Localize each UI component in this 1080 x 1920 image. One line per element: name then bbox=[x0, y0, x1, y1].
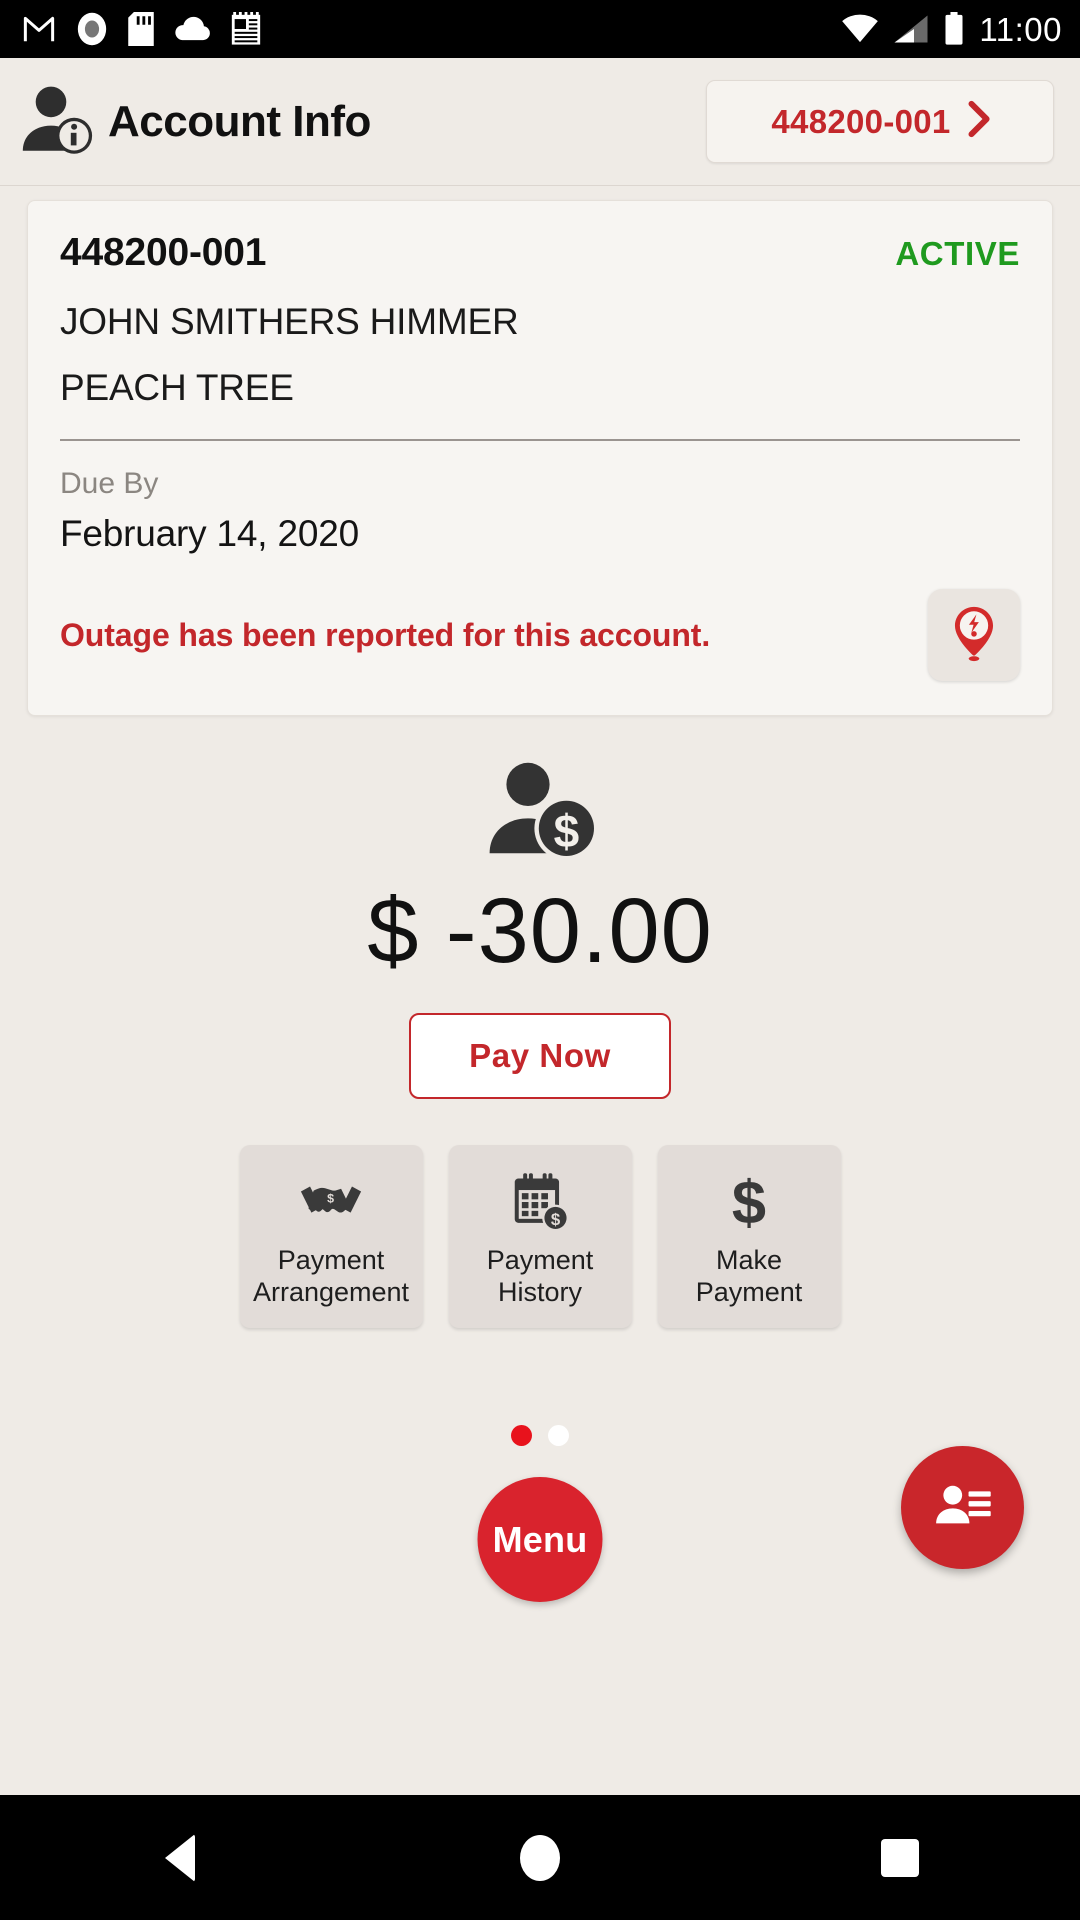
balance-amount: $ -30.00 bbox=[367, 880, 713, 982]
page-indicator[interactable] bbox=[0, 1425, 1080, 1446]
svg-text:$: $ bbox=[732, 1170, 766, 1234]
due-by-date: February 14, 2020 bbox=[60, 513, 359, 554]
home-circle-icon bbox=[520, 1834, 560, 1881]
account-summary-card[interactable]: 448200-001 ACTIVE JOHN SMITHERS HIMMER P… bbox=[27, 200, 1053, 716]
account-card-header-row: 448200-001 ACTIVE bbox=[60, 231, 1020, 275]
chevron-right-icon bbox=[967, 100, 993, 143]
nav-home-button[interactable] bbox=[465, 1808, 615, 1908]
app-header: Account Info 448200-001 bbox=[0, 58, 1080, 186]
cellular-signal-icon bbox=[893, 14, 929, 44]
page-dot-active[interactable] bbox=[511, 1425, 532, 1446]
news-icon bbox=[230, 12, 262, 46]
customer-balance-icon: $ bbox=[476, 758, 604, 871]
handshake-dollar-icon: $ bbox=[298, 1169, 364, 1235]
account-selector-button[interactable]: 448200-001 bbox=[706, 80, 1054, 163]
tile-label-payment-arrangement: Payment Arrangement bbox=[252, 1244, 410, 1307]
page-dot-inactive[interactable] bbox=[548, 1425, 569, 1446]
customer-name: JOHN SMITHERS HIMMER bbox=[60, 301, 519, 342]
outage-pin-icon bbox=[943, 602, 1005, 669]
service-location: PEACH TREE bbox=[60, 367, 294, 408]
battery-icon bbox=[943, 12, 965, 46]
gmail-icon bbox=[22, 14, 56, 44]
menu-button[interactable]: Menu bbox=[477, 1477, 603, 1602]
status-bar: 11:00 bbox=[0, 0, 1080, 58]
app-screen: 11:00 Account Info 448200-001 448200-001… bbox=[0, 0, 1080, 1920]
outage-report-button[interactable] bbox=[928, 589, 1020, 681]
status-bar-notification-icons bbox=[22, 12, 262, 46]
tile-label-payment-history: Payment History bbox=[486, 1244, 594, 1307]
due-by-label: Due By bbox=[60, 467, 159, 500]
tile-payment-history[interactable]: $ Payment History bbox=[448, 1145, 632, 1328]
account-info-icon bbox=[18, 80, 96, 163]
svg-text:$: $ bbox=[554, 805, 580, 857]
status-bar-clock: 11:00 bbox=[979, 10, 1062, 48]
cloud-icon bbox=[174, 16, 210, 42]
balance-section: $ $ -30.00 Pay Now bbox=[0, 758, 1080, 1099]
android-navigation-bar bbox=[0, 1795, 1080, 1920]
account-number: 448200-001 bbox=[60, 231, 267, 274]
bottom-area: Menu bbox=[0, 1328, 1080, 1795]
menu-button-label: Menu bbox=[492, 1518, 588, 1560]
svg-text:$: $ bbox=[327, 1191, 334, 1205]
sd-card-icon bbox=[128, 12, 154, 46]
record-icon bbox=[76, 12, 108, 46]
status-bar-system-icons: 11:00 bbox=[841, 12, 1062, 46]
tile-label-make-payment: Make Payment bbox=[695, 1244, 803, 1307]
nav-recents-button[interactable] bbox=[825, 1808, 975, 1908]
outage-message: Outage has been reported for this accoun… bbox=[60, 616, 711, 653]
recents-square-icon bbox=[881, 1838, 919, 1877]
nav-back-button[interactable] bbox=[105, 1808, 255, 1908]
back-triangle-icon bbox=[165, 1833, 195, 1882]
svg-text:$: $ bbox=[551, 1210, 561, 1229]
contact-card-icon bbox=[931, 1477, 995, 1538]
quick-actions: $ Payment Arrangement $ Payment History … bbox=[0, 1145, 1080, 1328]
tile-payment-arrangement[interactable]: $ Payment Arrangement bbox=[239, 1145, 423, 1328]
pay-now-button[interactable]: Pay Now bbox=[409, 1013, 671, 1099]
status-badge: ACTIVE bbox=[895, 235, 1020, 272]
tile-make-payment[interactable]: $ Make Payment bbox=[657, 1145, 841, 1328]
page-title: Account Info bbox=[108, 96, 371, 146]
header-left-group: Account Info bbox=[18, 80, 371, 163]
card-divider bbox=[60, 439, 1020, 441]
contact-us-button[interactable] bbox=[901, 1446, 1024, 1569]
wifi-icon bbox=[841, 14, 879, 44]
calendar-dollar-icon: $ bbox=[509, 1169, 571, 1235]
account-selector-label: 448200-001 bbox=[771, 102, 951, 140]
dollar-sign-icon: $ bbox=[724, 1169, 774, 1235]
outage-row: Outage has been reported for this accoun… bbox=[60, 589, 1020, 681]
